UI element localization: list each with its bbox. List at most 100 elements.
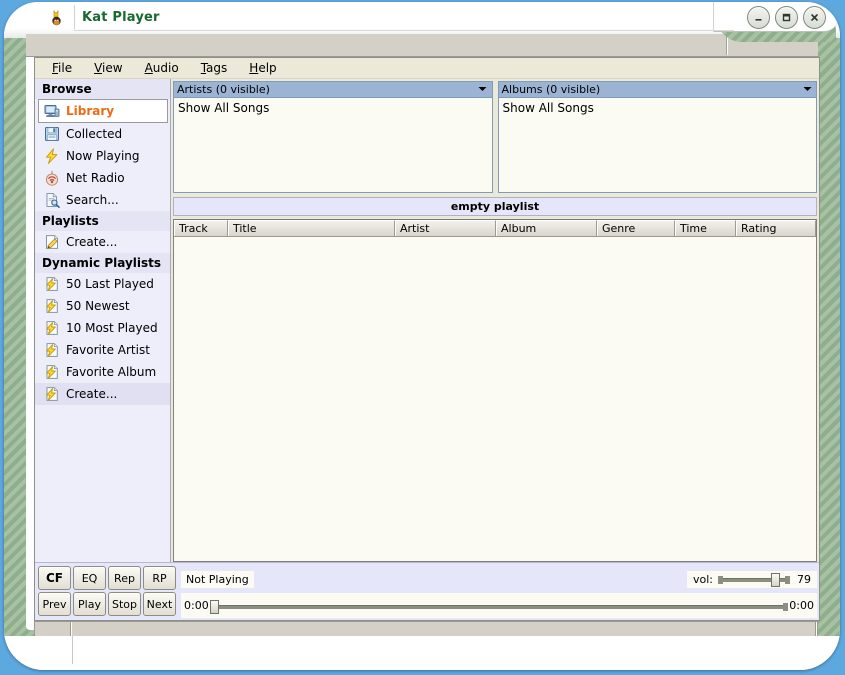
volume-slider[interactable]: [718, 573, 790, 587]
play-button[interactable]: Play: [73, 592, 106, 616]
column-header-label: Title: [233, 222, 257, 235]
dynamic-playlist-icon: [44, 386, 60, 402]
seek-slider[interactable]: [209, 599, 789, 614]
sidebar-item-50-last-played[interactable]: 50 Last Played: [35, 273, 170, 295]
random-play-button[interactable]: RP: [143, 566, 176, 590]
sidebar: Browse Library Collected Now Playing Net Rad…: [35, 79, 171, 562]
cat-icon: [48, 8, 68, 28]
sidebar-item-create-dynamic[interactable]: Create...: [35, 383, 170, 405]
column-track[interactable]: Track: [174, 220, 228, 236]
sidebar-item-label: Net Radio: [66, 171, 125, 185]
sidebar-item-favorite-album[interactable]: Favorite Album: [35, 361, 170, 383]
seek-slider-thumb[interactable]: [209, 599, 219, 614]
sidebar-item-now-playing[interactable]: Now Playing: [35, 145, 170, 167]
seek-slider-cap-right: [783, 602, 789, 611]
player-button-label: EQ: [81, 571, 98, 585]
sidebar-item-label: Now Playing: [66, 149, 140, 163]
equalizer-button[interactable]: EQ: [73, 566, 106, 590]
body-area: Browse Library Collected Now Playing Net Rad…: [35, 79, 819, 562]
albums-pane: Albums (0 visible) Show All Songs: [497, 81, 817, 193]
column-artist[interactable]: Artist: [395, 220, 496, 236]
sidebar-item-label: 50 Newest: [66, 299, 130, 313]
menu-tags[interactable]: Tags: [190, 59, 239, 77]
maximize-button[interactable]: [775, 6, 798, 29]
sidebar-item-collected[interactable]: Collected: [35, 123, 170, 145]
close-button[interactable]: [803, 6, 826, 29]
playlist-rows[interactable]: [174, 237, 816, 561]
stop-button[interactable]: Stop: [108, 592, 141, 616]
sidebar-item-net-radio[interactable]: Net Radio: [35, 167, 170, 189]
sidebar-item-create-playlist[interactable]: Create...: [35, 231, 170, 253]
column-rating[interactable]: Rating: [736, 220, 816, 236]
application-window: Kat Player File View Audio Tags Help Bro…: [4, 2, 840, 670]
crossfade-button[interactable]: CF: [38, 566, 71, 590]
sidebar-item-label: Create...: [66, 235, 118, 249]
sidebar-header-dynamic-playlists: Dynamic Playlists: [35, 253, 170, 273]
sidebar-item-50-newest[interactable]: 50 Newest: [35, 295, 170, 317]
volume-slider-cap-right: [785, 576, 790, 584]
albums-list[interactable]: Show All Songs: [498, 98, 817, 192]
sidebar-header-playlists: Playlists: [35, 211, 170, 231]
menu-help[interactable]: Help: [238, 59, 287, 77]
sidebar-item-library[interactable]: Library: [38, 99, 168, 123]
playlist-table: Track Title Artist Album Genre Time Rating: [173, 219, 817, 562]
titlebar[interactable]: Kat Player: [4, 2, 840, 34]
artists-list[interactable]: Show All Songs: [174, 98, 492, 192]
window-title: Kat Player: [82, 10, 160, 25]
client-area: File View Audio Tags Help Browse Library Colle…: [34, 57, 820, 621]
artists-pane-title: Artists (0 visible): [177, 83, 270, 96]
column-title[interactable]: Title: [228, 220, 395, 236]
volume-slider-thumb[interactable]: [770, 573, 780, 587]
minimize-button[interactable]: [747, 6, 770, 29]
sidebar-item-label: Create...: [66, 387, 118, 401]
menu-view[interactable]: View: [83, 59, 133, 77]
window-controls: [747, 6, 826, 29]
desktop-background: Kat Player File View Audio Tags Help Bro…: [0, 0, 845, 675]
seek-slider-track: [209, 604, 789, 609]
total-time: 0:00: [789, 599, 814, 612]
sidebar-item-label: Favorite Album: [66, 365, 157, 379]
artists-list-item[interactable]: Show All Songs: [178, 100, 492, 116]
player-button-label: Next: [146, 597, 173, 611]
menu-audio[interactable]: Audio: [134, 59, 190, 77]
sidebar-item-label: Library: [66, 104, 115, 118]
albums-pane-header[interactable]: Albums (0 visible): [498, 82, 816, 98]
window-bottom-divider: [72, 636, 73, 664]
repeat-button[interactable]: Rep: [108, 566, 141, 590]
column-album[interactable]: Album: [496, 220, 597, 236]
titlebar-rule: [74, 30, 734, 31]
player-button-label: RP: [152, 571, 167, 585]
menubar: File View Audio Tags Help: [35, 58, 819, 79]
floppy-disk-icon: [44, 126, 60, 142]
lightning-icon: [44, 148, 60, 164]
pencil-document-icon: [44, 234, 60, 250]
dynamic-playlist-icon: [44, 364, 60, 380]
dynamic-playlist-icon: [44, 276, 60, 292]
artists-pane-header[interactable]: Artists (0 visible): [174, 82, 492, 98]
column-genre[interactable]: Genre: [597, 220, 675, 236]
player-button-label: Play: [78, 597, 101, 611]
column-header-label: Artist: [400, 222, 430, 235]
volume-label: vol:: [692, 572, 713, 586]
chevron-down-icon[interactable]: [476, 83, 490, 95]
column-header-label: Rating: [741, 222, 777, 235]
sidebar-item-label: Favorite Artist: [66, 343, 150, 357]
document-search-icon: [44, 192, 60, 208]
column-time[interactable]: Time: [675, 220, 736, 236]
menu-file[interactable]: File: [41, 59, 83, 77]
column-header-label: Time: [680, 222, 707, 235]
sidebar-item-10-most-played[interactable]: 10 Most Played: [35, 317, 170, 339]
sidebar-item-favorite-artist[interactable]: Favorite Artist: [35, 339, 170, 361]
albums-list-item[interactable]: Show All Songs: [503, 100, 817, 116]
column-header-label: Genre: [602, 222, 636, 235]
sidebar-item-search[interactable]: Search...: [35, 189, 170, 211]
next-button[interactable]: Next: [143, 592, 176, 616]
prev-button[interactable]: Prev: [38, 592, 71, 616]
player-button-label: Prev: [42, 597, 67, 611]
radio-antenna-icon: [44, 170, 60, 186]
sidebar-item-label: 10 Most Played: [66, 321, 158, 335]
player-buttons: CF EQ Rep RP Prev Play Stop Next: [38, 566, 176, 618]
chevron-down-icon[interactable]: [800, 83, 814, 95]
sidebar-item-label: Collected: [66, 127, 123, 141]
volume-group: vol: 79: [686, 570, 817, 588]
